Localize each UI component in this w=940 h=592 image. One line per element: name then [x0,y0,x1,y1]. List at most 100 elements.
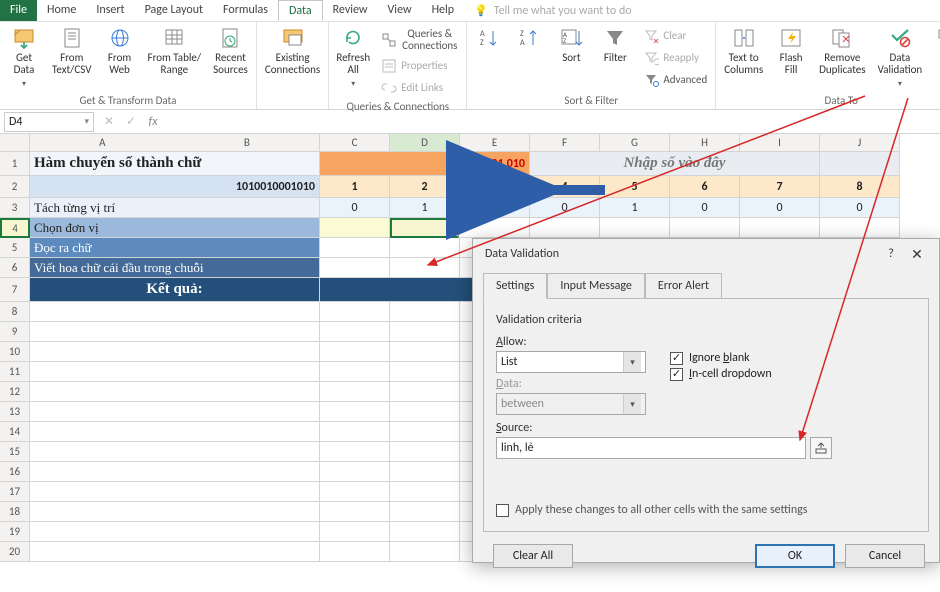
col-I[interactable]: I [740,134,820,152]
cell-C1E1[interactable]: 10,010,001,010 [320,152,530,176]
row-18[interactable]: 18 [0,502,30,522]
cell-E3[interactable]: 0 [460,198,530,218]
sort-button[interactable]: AZ Sort [551,24,591,66]
ok-button[interactable]: OK [755,544,835,568]
cell-F2[interactable]: 4 [530,176,600,198]
row-1[interactable]: 1 [0,152,30,176]
refresh-all-button[interactable]: Refresh All▾ [333,24,373,92]
cell-G2[interactable]: 5 [600,176,670,198]
col-E[interactable]: E [460,134,530,152]
cell-C4[interactable] [320,218,390,238]
cell-D4-selected[interactable]: ▾ [390,218,460,238]
from-text-csv-button[interactable]: From Text/CSV [48,24,96,78]
text-to-columns-button[interactable]: Text to Columns [720,24,767,78]
ignore-blank-checkbox[interactable]: Ignore blank [670,351,772,365]
consolidate-button-cropped[interactable]: C [930,24,940,66]
source-input[interactable]: linh, lẻ [496,437,806,459]
row-12[interactable]: 12 [0,382,30,402]
row-4[interactable]: 4 [0,218,30,238]
cell-I2[interactable]: 7 [740,176,820,198]
dialog-tab-settings[interactable]: Settings [483,273,547,299]
row-15[interactable]: 15 [0,442,30,462]
col-D[interactable]: D [390,134,460,152]
existing-connections-button[interactable]: Existing Connections [261,24,324,78]
cell-F4[interactable] [530,218,600,238]
row-2[interactable]: 2 [0,176,30,198]
cell-F3[interactable]: 0 [530,198,600,218]
cancel-button[interactable]: Cancel [845,544,925,568]
row-3[interactable]: 3 [0,198,30,218]
remove-duplicates-button[interactable]: Remove Duplicates [815,24,869,78]
cell-I4[interactable] [740,218,820,238]
cell-I3[interactable]: 0 [740,198,820,218]
sort-za-button[interactable]: ZA [511,24,547,52]
in-cell-dropdown-checkbox[interactable]: In-cell dropdown [670,367,772,381]
cell-J4[interactable] [820,218,900,238]
cell-J1[interactable] [820,152,900,176]
filter-advanced-button[interactable]: Advanced [639,70,711,90]
select-all-corner[interactable] [0,134,30,152]
tab-view[interactable]: View [378,0,422,21]
cell-A5[interactable]: Đọc ra chữ [30,238,320,258]
range-picker-button[interactable] [810,437,832,459]
cell-A3[interactable]: Tách từng vị trí [30,198,320,218]
cell-D3[interactable]: 1 [390,198,460,218]
dialog-tab-error-alert[interactable]: Error Alert [645,273,722,299]
get-data-button[interactable]: Get Data▾ [4,24,44,92]
col-H[interactable]: H [670,134,740,152]
row-6[interactable]: 6 [0,258,30,278]
tab-insert[interactable]: Insert [86,0,134,21]
col-G[interactable]: G [600,134,670,152]
from-table-range-button[interactable]: From Table/ Range [144,24,206,78]
tab-formulas[interactable]: Formulas [213,0,278,21]
fx-icon[interactable]: fx [144,115,162,129]
cell-C2[interactable]: 1 [320,176,390,198]
tab-home[interactable]: Home [37,0,86,21]
col-A[interactable]: AB [30,134,320,152]
cell-C3[interactable]: 0 [320,198,390,218]
dialog-close-button[interactable]: ✕ [903,246,931,263]
tab-data[interactable]: Data [278,0,323,21]
cell-D2[interactable]: 2 [390,176,460,198]
col-F[interactable]: F [530,134,600,152]
cell-H4[interactable] [670,218,740,238]
cell-J3[interactable]: 0 [820,198,900,218]
dialog-tab-input-message[interactable]: Input Message [547,273,645,299]
dialog-help-button[interactable]: ? [879,247,903,261]
sort-az-button[interactable]: AZ [471,24,507,52]
from-web-button[interactable]: From Web [100,24,140,78]
row-9[interactable]: 9 [0,322,30,342]
flash-fill-button[interactable]: Flash Fill [771,24,811,78]
tab-review[interactable]: Review [323,0,378,21]
cell-H2[interactable]: 6 [670,176,740,198]
cell-A6[interactable]: Viết hoa chữ cái đầu trong chuỗi [30,258,320,278]
cell-A2[interactable]: 1010010001010 [30,176,320,198]
row-10[interactable]: 10 [0,342,30,362]
tab-file[interactable]: File [0,0,37,21]
row-13[interactable]: 13 [0,402,30,422]
tab-page-layout[interactable]: Page Layout [135,0,213,21]
cell-A7[interactable]: Kết quả: [30,278,320,302]
clear-all-button[interactable]: Clear All [493,544,573,568]
cell-E2[interactable]: 3 [460,176,530,198]
row-14[interactable]: 14 [0,422,30,442]
col-C[interactable]: C [320,134,390,152]
cell-G4[interactable] [600,218,670,238]
row-8[interactable]: 8 [0,302,30,322]
cell-G3[interactable]: 1 [600,198,670,218]
allow-combo[interactable]: List▾ [496,351,646,373]
row-19[interactable]: 19 [0,522,30,542]
row-20[interactable]: 20 [0,542,30,562]
row-17[interactable]: 17 [0,482,30,502]
row-16[interactable]: 16 [0,462,30,482]
cell-F1I1[interactable]: Nhập số vào đây [530,152,820,176]
namebox-dropdown-icon[interactable]: ▾ [84,116,89,127]
row-7[interactable]: 7 [0,278,30,302]
tell-me-search[interactable]: 💡 Tell me what you want to do [464,0,940,21]
name-box[interactable]: D4▾ [4,112,94,132]
recent-sources-button[interactable]: Recent Sources [209,24,252,78]
cell-E4[interactable] [460,218,530,238]
row-5[interactable]: 5 [0,238,30,258]
cell-J2[interactable]: 8 [820,176,900,198]
filter-button[interactable]: Filter [595,24,635,66]
